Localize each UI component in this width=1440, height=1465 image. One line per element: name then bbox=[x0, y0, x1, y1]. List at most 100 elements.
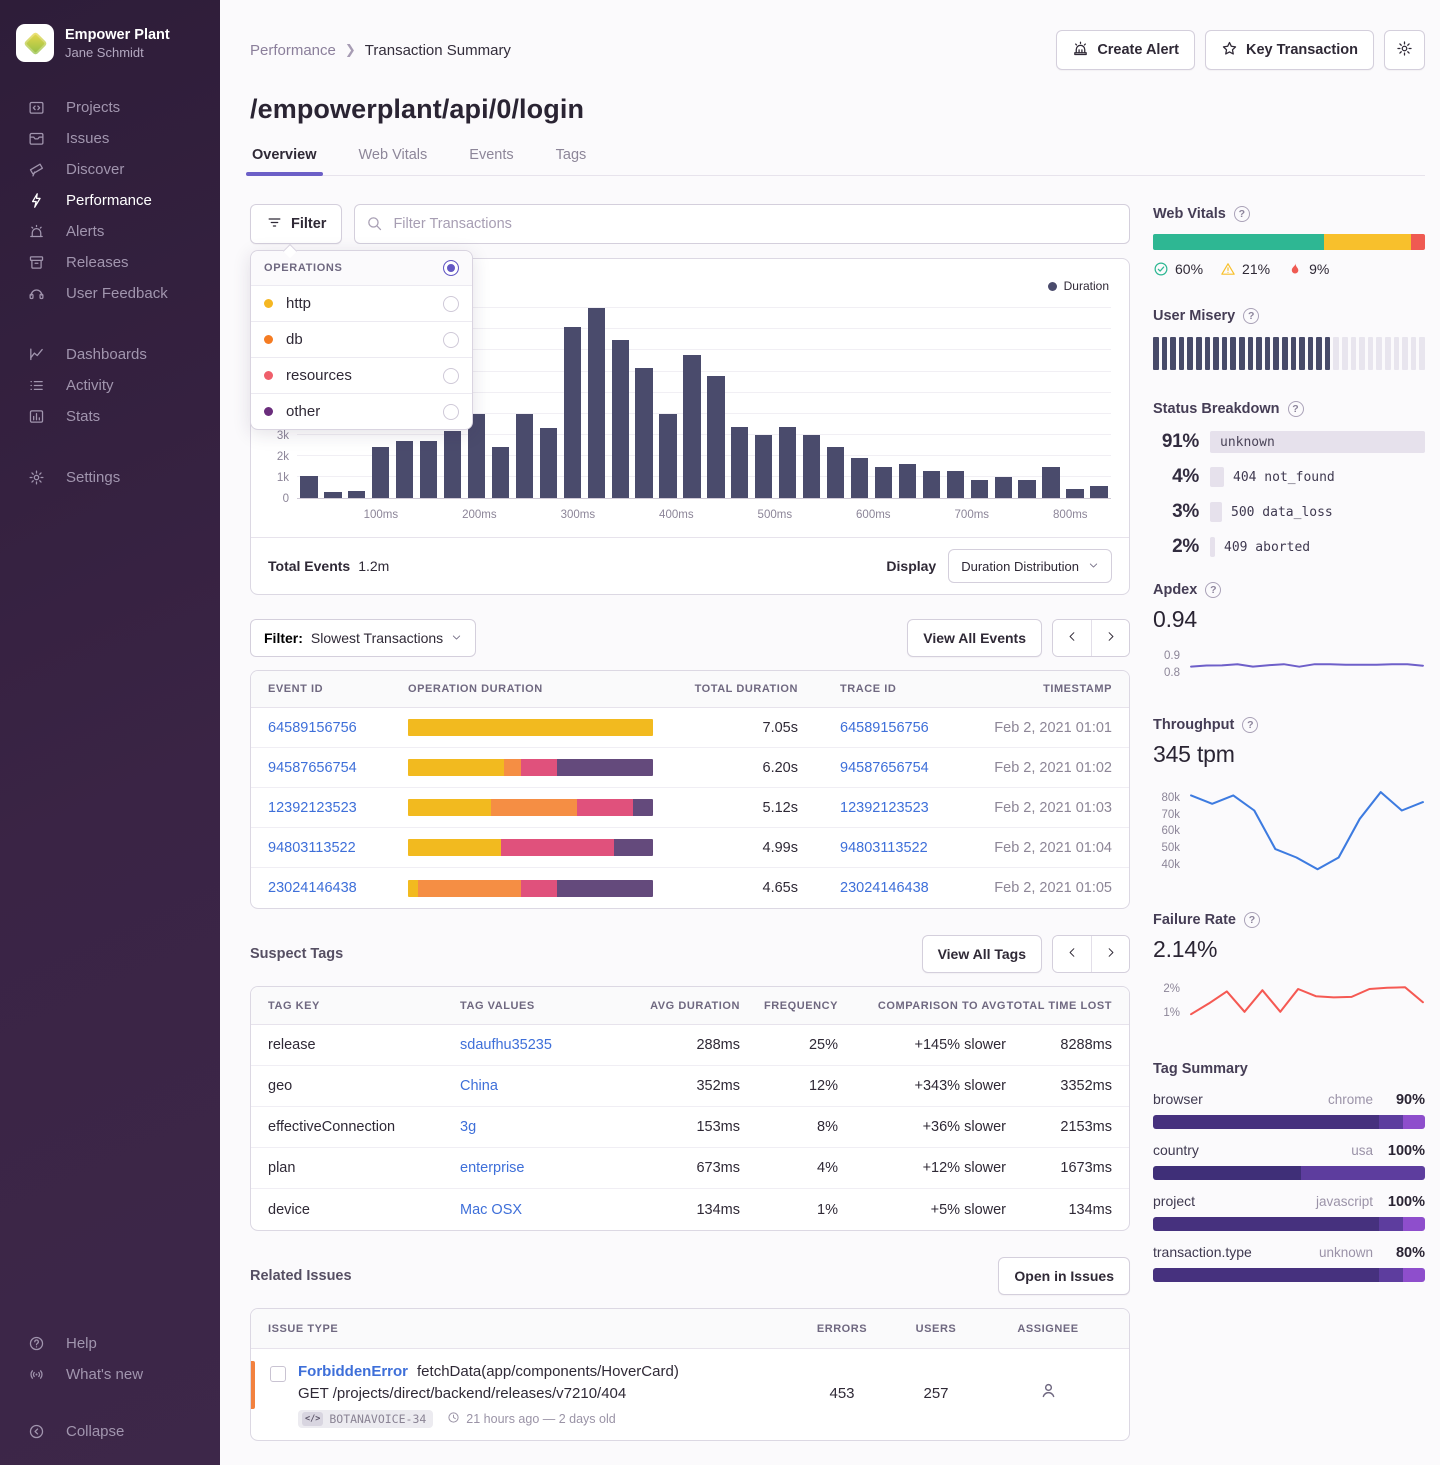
sidebar-item-discover[interactable]: Discover bbox=[0, 154, 220, 185]
sidebar-item-whats-new[interactable]: What's new bbox=[0, 1359, 220, 1390]
histogram-bar[interactable] bbox=[659, 414, 676, 498]
sidebar-item-settings[interactable]: Settings bbox=[0, 462, 220, 493]
help-circle-icon[interactable]: ? bbox=[1243, 308, 1259, 324]
histogram-bar[interactable] bbox=[372, 447, 389, 498]
operation-option-db[interactable]: db bbox=[251, 321, 472, 357]
issue-row[interactable]: ForbiddenErrorfetchData(app/components/H… bbox=[251, 1349, 1129, 1440]
view-all-tags-button[interactable]: View All Tags bbox=[922, 935, 1042, 973]
histogram-bar[interactable] bbox=[348, 491, 365, 498]
help-circle-icon[interactable]: ? bbox=[1242, 717, 1258, 733]
help-circle-icon[interactable]: ? bbox=[1234, 206, 1250, 222]
sidebar-item-collapse[interactable]: Collapse bbox=[0, 1416, 220, 1447]
events-next-page-button[interactable] bbox=[1091, 620, 1129, 656]
sidebar-item-issues[interactable]: Issues bbox=[0, 123, 220, 154]
trace-id-link[interactable]: 64589156756 bbox=[840, 720, 929, 736]
transaction-settings-button[interactable] bbox=[1384, 30, 1425, 70]
tag-value-link[interactable]: Mac OSX bbox=[460, 1202, 522, 1218]
trace-id-link[interactable]: 94587656754 bbox=[840, 760, 929, 776]
histogram-bar[interactable] bbox=[707, 376, 724, 498]
histogram-bar[interactable] bbox=[492, 447, 509, 498]
histogram-bar[interactable] bbox=[899, 464, 916, 498]
operation-option-http[interactable]: http bbox=[251, 285, 472, 321]
histogram-bar[interactable] bbox=[731, 427, 748, 498]
operation-option-radio[interactable] bbox=[443, 368, 459, 384]
histogram-bar[interactable] bbox=[923, 471, 940, 498]
help-circle-icon[interactable]: ? bbox=[1244, 912, 1260, 928]
histogram-bar[interactable] bbox=[1066, 489, 1083, 498]
events-prev-page-button[interactable] bbox=[1053, 620, 1091, 656]
issue-error-type-link[interactable]: ForbiddenError bbox=[298, 1363, 408, 1380]
sidebar-item-activity[interactable]: Activity bbox=[0, 370, 220, 401]
open-in-issues-button[interactable]: Open in Issues bbox=[998, 1257, 1130, 1295]
histogram-bar[interactable] bbox=[1042, 467, 1059, 498]
sidebar-item-dashboards[interactable]: Dashboards bbox=[0, 339, 220, 370]
trace-id-link[interactable]: 94803113522 bbox=[840, 840, 928, 856]
histogram-bar[interactable] bbox=[971, 480, 988, 498]
org-switcher[interactable]: Empower Plant Jane Schmidt bbox=[0, 18, 220, 62]
chart-legend[interactable]: Duration bbox=[1048, 279, 1109, 293]
tag-value-link[interactable]: 3g bbox=[460, 1119, 476, 1135]
histogram-bar[interactable] bbox=[444, 431, 461, 498]
tab-overview[interactable]: Overview bbox=[250, 147, 319, 175]
transactions-filter-select[interactable]: Filter: Slowest Transactions bbox=[250, 619, 476, 657]
event-id-link[interactable]: 94803113522 bbox=[268, 840, 408, 856]
issue-assignee[interactable] bbox=[984, 1363, 1112, 1428]
histogram-bar[interactable] bbox=[564, 327, 581, 498]
tag-value-link[interactable]: sdaufhu35235 bbox=[460, 1037, 552, 1053]
histogram-bar[interactable] bbox=[947, 471, 964, 498]
operation-option-radio[interactable] bbox=[443, 296, 459, 312]
tags-next-page-button[interactable] bbox=[1091, 936, 1129, 972]
histogram-bar[interactable] bbox=[635, 368, 652, 498]
tag-value-link[interactable]: enterprise bbox=[460, 1160, 524, 1176]
sidebar-item-user-feedback[interactable]: User Feedback bbox=[0, 278, 220, 309]
histogram-bar[interactable] bbox=[779, 427, 796, 498]
sidebar-item-performance[interactable]: Performance bbox=[0, 185, 220, 216]
display-select[interactable]: Duration Distribution bbox=[948, 549, 1112, 583]
tab-web-vitals[interactable]: Web Vitals bbox=[357, 147, 430, 175]
key-transaction-button[interactable]: Key Transaction bbox=[1205, 30, 1374, 70]
histogram-bar[interactable] bbox=[995, 477, 1012, 498]
operation-option-radio[interactable] bbox=[443, 332, 459, 348]
tab-events[interactable]: Events bbox=[467, 147, 515, 175]
tab-tags[interactable]: Tags bbox=[554, 147, 589, 175]
histogram-bar[interactable] bbox=[827, 447, 844, 498]
histogram-bar[interactable] bbox=[851, 458, 868, 498]
sidebar-item-help[interactable]: Help bbox=[0, 1328, 220, 1359]
operations-dropdown-header[interactable]: OPERATIONS bbox=[251, 251, 472, 285]
tag-value-link[interactable]: China bbox=[460, 1078, 498, 1094]
event-id-link[interactable]: 23024146438 bbox=[268, 880, 408, 896]
histogram-bar[interactable] bbox=[612, 340, 629, 498]
histogram-bar[interactable] bbox=[588, 308, 605, 498]
sidebar-item-projects[interactable]: Projects bbox=[0, 92, 220, 123]
trace-id-link[interactable]: 23024146438 bbox=[840, 880, 929, 896]
help-circle-icon[interactable]: ? bbox=[1288, 401, 1304, 417]
event-id-link[interactable]: 94587656754 bbox=[268, 760, 408, 776]
sidebar-item-stats[interactable]: Stats bbox=[0, 401, 220, 432]
trace-id-link[interactable]: 12392123523 bbox=[840, 800, 929, 816]
tags-prev-page-button[interactable] bbox=[1053, 936, 1091, 972]
sidebar-item-releases[interactable]: Releases bbox=[0, 247, 220, 278]
create-alert-button[interactable]: Create Alert bbox=[1056, 30, 1195, 70]
filter-button[interactable]: Filter bbox=[250, 204, 342, 244]
histogram-bar[interactable] bbox=[1090, 486, 1107, 498]
histogram-bar[interactable] bbox=[803, 435, 820, 498]
breadcrumb-performance[interactable]: Performance bbox=[250, 42, 336, 59]
issue-short-id-badge[interactable]: </> BOTANAVOICE-34 bbox=[298, 1410, 433, 1428]
operation-option-other[interactable]: other bbox=[251, 393, 472, 429]
histogram-bar[interactable] bbox=[1018, 480, 1035, 498]
histogram-bar[interactable] bbox=[420, 441, 437, 498]
search-input[interactable] bbox=[354, 204, 1130, 244]
histogram-bar[interactable] bbox=[300, 476, 317, 498]
issue-checkbox[interactable] bbox=[270, 1366, 286, 1382]
histogram-bar[interactable] bbox=[324, 492, 341, 498]
histogram-bar[interactable] bbox=[755, 435, 772, 498]
help-circle-icon[interactable]: ? bbox=[1205, 582, 1221, 598]
operation-option-resources[interactable]: resources bbox=[251, 357, 472, 393]
histogram-bar[interactable] bbox=[875, 467, 892, 498]
histogram-bar[interactable] bbox=[683, 355, 700, 498]
sidebar-item-alerts[interactable]: Alerts bbox=[0, 216, 220, 247]
histogram-bar[interactable] bbox=[396, 441, 413, 498]
operations-all-radio[interactable] bbox=[443, 260, 459, 276]
histogram-bar[interactable] bbox=[540, 428, 557, 498]
event-id-link[interactable]: 64589156756 bbox=[268, 720, 408, 736]
